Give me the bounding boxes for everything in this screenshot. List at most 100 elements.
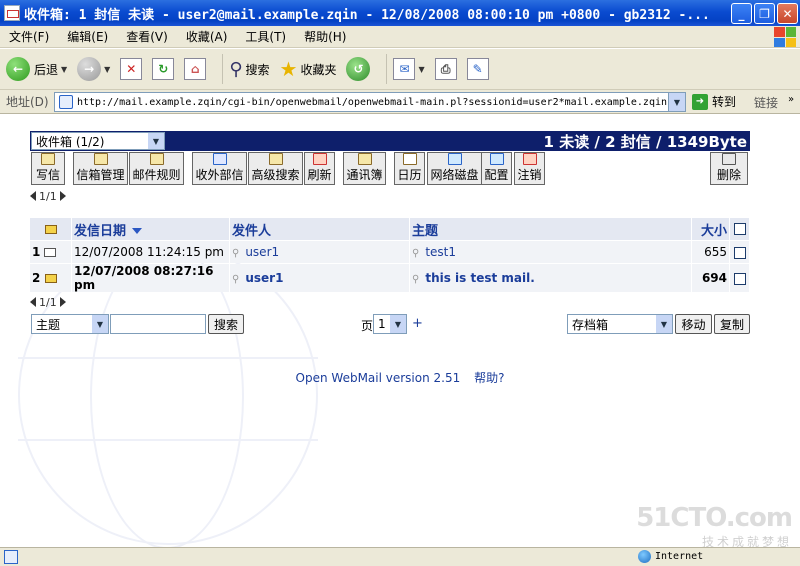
help-link[interactable]: 帮助? (474, 371, 504, 385)
message-from-link[interactable]: user1 (245, 245, 279, 259)
trash-label: 删除 (716, 168, 741, 182)
site-watermark: 51CTO.com 技术成就梦想 (636, 503, 793, 547)
address-label: 地址(D) (6, 95, 49, 109)
message-checkbox[interactable] (733, 272, 746, 285)
links-button[interactable]: 链接 (754, 94, 778, 111)
watermark-logo: 51CTO.com (636, 503, 793, 533)
chevron-down-icon: ▼ (390, 315, 406, 333)
mail-button[interactable]: ✉ ▼ (393, 58, 425, 80)
folder-select[interactable]: 收件箱 (1/2) ▼ (31, 132, 165, 150)
address-input[interactable]: http://mail.example.zqin/cgi-bin/openweb… (54, 92, 686, 112)
address-url[interactable]: http://mail.example.zqin/cgi-bin/openweb… (77, 97, 671, 108)
message-from-link[interactable]: user1 (245, 271, 283, 285)
destination-folder-select[interactable]: 存档箱 ▼ (567, 314, 673, 334)
webdisk-button[interactable]: 网络磁盘 (427, 152, 482, 185)
links-chevron-icon[interactable]: » (788, 94, 794, 105)
menu-view[interactable]: 查看(V) (117, 28, 177, 45)
message-size: 655 (692, 241, 730, 263)
message-number-cell: 2 (30, 264, 72, 292)
menu-favorites[interactable]: 收藏(A) (177, 28, 237, 45)
prev-page-icon[interactable] (30, 191, 36, 201)
pop3-label: 收外部信 (195, 168, 244, 182)
table-row[interactable]: 2 12/07/2008 08:27:16 pm ⚲ user1 ⚲ this is… (30, 264, 750, 292)
menu-bar: 文件(F) 编辑(E) 查看(V) 收藏(A) 工具(T) 帮助(H) (0, 26, 800, 48)
logout-button[interactable]: 注销 (514, 152, 545, 185)
minimize-button[interactable]: _ (731, 3, 752, 24)
next-page-icon[interactable] (59, 191, 66, 201)
address-dropdown-icon[interactable]: ▼ (668, 93, 685, 111)
date-column-header[interactable]: 发信日期 (72, 218, 230, 240)
subject-column-header[interactable]: 主题 (410, 218, 692, 240)
forward-dropdown-icon[interactable]: ▼ (104, 65, 110, 74)
status-column-header[interactable] (30, 218, 72, 240)
webdisk-label: 网络磁盘 (430, 168, 479, 182)
menu-edit[interactable]: 编辑(E) (58, 28, 117, 45)
pop3-button[interactable]: 收外部信 (192, 152, 247, 185)
page-indicator: 1/1 (39, 295, 57, 309)
page-content: 收件箱 (1/2) ▼ 1 未读 / 2 封信 / 1349Byte 写信 信箱… (0, 115, 800, 547)
message-date: 12/07/2008 11:24:15 pm (72, 241, 230, 263)
refresh-page-button[interactable]: ↻ (152, 58, 175, 80)
print-button[interactable]: ⎙ (434, 58, 457, 80)
addressbook-button[interactable]: 通讯簿 (343, 152, 386, 185)
from-column-label: 发件人 (232, 223, 272, 239)
advanced-search-button[interactable]: 高级搜索 (248, 152, 303, 185)
message-subject-link[interactable]: this is test mail. (425, 271, 534, 285)
next-page-icon[interactable] (59, 297, 66, 307)
move-button[interactable]: 移动 (675, 314, 712, 334)
trash-button[interactable]: 删除 (710, 152, 748, 185)
logout-label: 注销 (517, 168, 542, 182)
search-input[interactable] (110, 314, 206, 334)
back-button[interactable]: ← 后退 ▼ (6, 57, 67, 81)
search-button[interactable]: ⚲ 搜索 (229, 59, 269, 80)
filters-button[interactable]: 邮件规则 (129, 152, 184, 185)
size-column-header[interactable]: 大小 (692, 218, 730, 240)
go-button[interactable]: ➜ 转到 (692, 93, 736, 110)
from-column-header[interactable]: 发件人 (230, 218, 410, 240)
refresh-icon (312, 153, 327, 165)
page-indicator: 1/1 (39, 189, 57, 203)
page-select[interactable]: 1 ▼ (373, 314, 407, 334)
select-all-checkbox[interactable] (733, 223, 746, 235)
compose-label: 写信 (35, 168, 60, 182)
next-pages-link[interactable]: + (412, 316, 423, 331)
address-bar: 地址(D) http://mail.example.zqin/cgi-bin/o… (0, 90, 800, 114)
status-bar: Internet (0, 547, 800, 566)
folder-select-value: 收件箱 (1/2) (36, 134, 105, 149)
folders-label: 信箱管理 (76, 168, 125, 182)
mail-dropdown-icon[interactable]: ▼ (418, 65, 424, 74)
folders-button[interactable]: 信箱管理 (73, 152, 128, 185)
search-icon (268, 153, 283, 165)
edit-button[interactable]: ✎ (466, 58, 489, 80)
menu-file[interactable]: 文件(F) (0, 28, 58, 45)
preferences-button[interactable]: 配置 (481, 152, 512, 185)
back-dropdown-icon[interactable]: ▼ (61, 65, 67, 74)
history-button[interactable]: ↺ (346, 57, 371, 81)
calendar-button[interactable]: 日历 (394, 152, 425, 185)
stop-button[interactable]: ✕ (120, 58, 143, 80)
table-row[interactable]: 1 12/07/2008 11:24:15 pm ⚲ user1 ⚲ test1 6… (30, 241, 750, 263)
close-button[interactable]: ✕ (777, 3, 798, 24)
compose-button[interactable]: 写信 (31, 152, 65, 185)
copy-button[interactable]: 复制 (714, 314, 750, 334)
version-link[interactable]: Open WebMail version 2.51 (296, 371, 461, 385)
page-select-value: 1 (378, 317, 386, 331)
size-column-label: 大小 (700, 223, 727, 239)
advanced-search-label: 高级搜索 (251, 168, 300, 182)
prev-page-icon[interactable] (30, 297, 36, 307)
home-button[interactable]: ⌂ (184, 58, 207, 80)
forward-button[interactable]: → ▼ (77, 57, 110, 81)
favorites-button[interactable]: ★ 收藏夹 (280, 57, 337, 81)
menu-tools[interactable]: 工具(T) (236, 28, 295, 45)
search-submit-button[interactable]: 搜索 (208, 314, 244, 334)
filter-icon (149, 153, 164, 165)
refresh-button[interactable]: 刷新 (304, 152, 335, 185)
message-checkbox[interactable] (733, 246, 746, 259)
maximize-button[interactable]: ❐ (754, 3, 775, 24)
search-field-select[interactable]: 主题 ▼ (31, 314, 109, 334)
message-subject-link[interactable]: test1 (425, 245, 456, 259)
message-from-cell: ⚲ user1 (230, 264, 410, 292)
menu-help[interactable]: 帮助(H) (295, 28, 355, 45)
message-subject-cell: ⚲ this is test mail. (410, 264, 692, 292)
stop-icon: ✕ (120, 58, 143, 80)
